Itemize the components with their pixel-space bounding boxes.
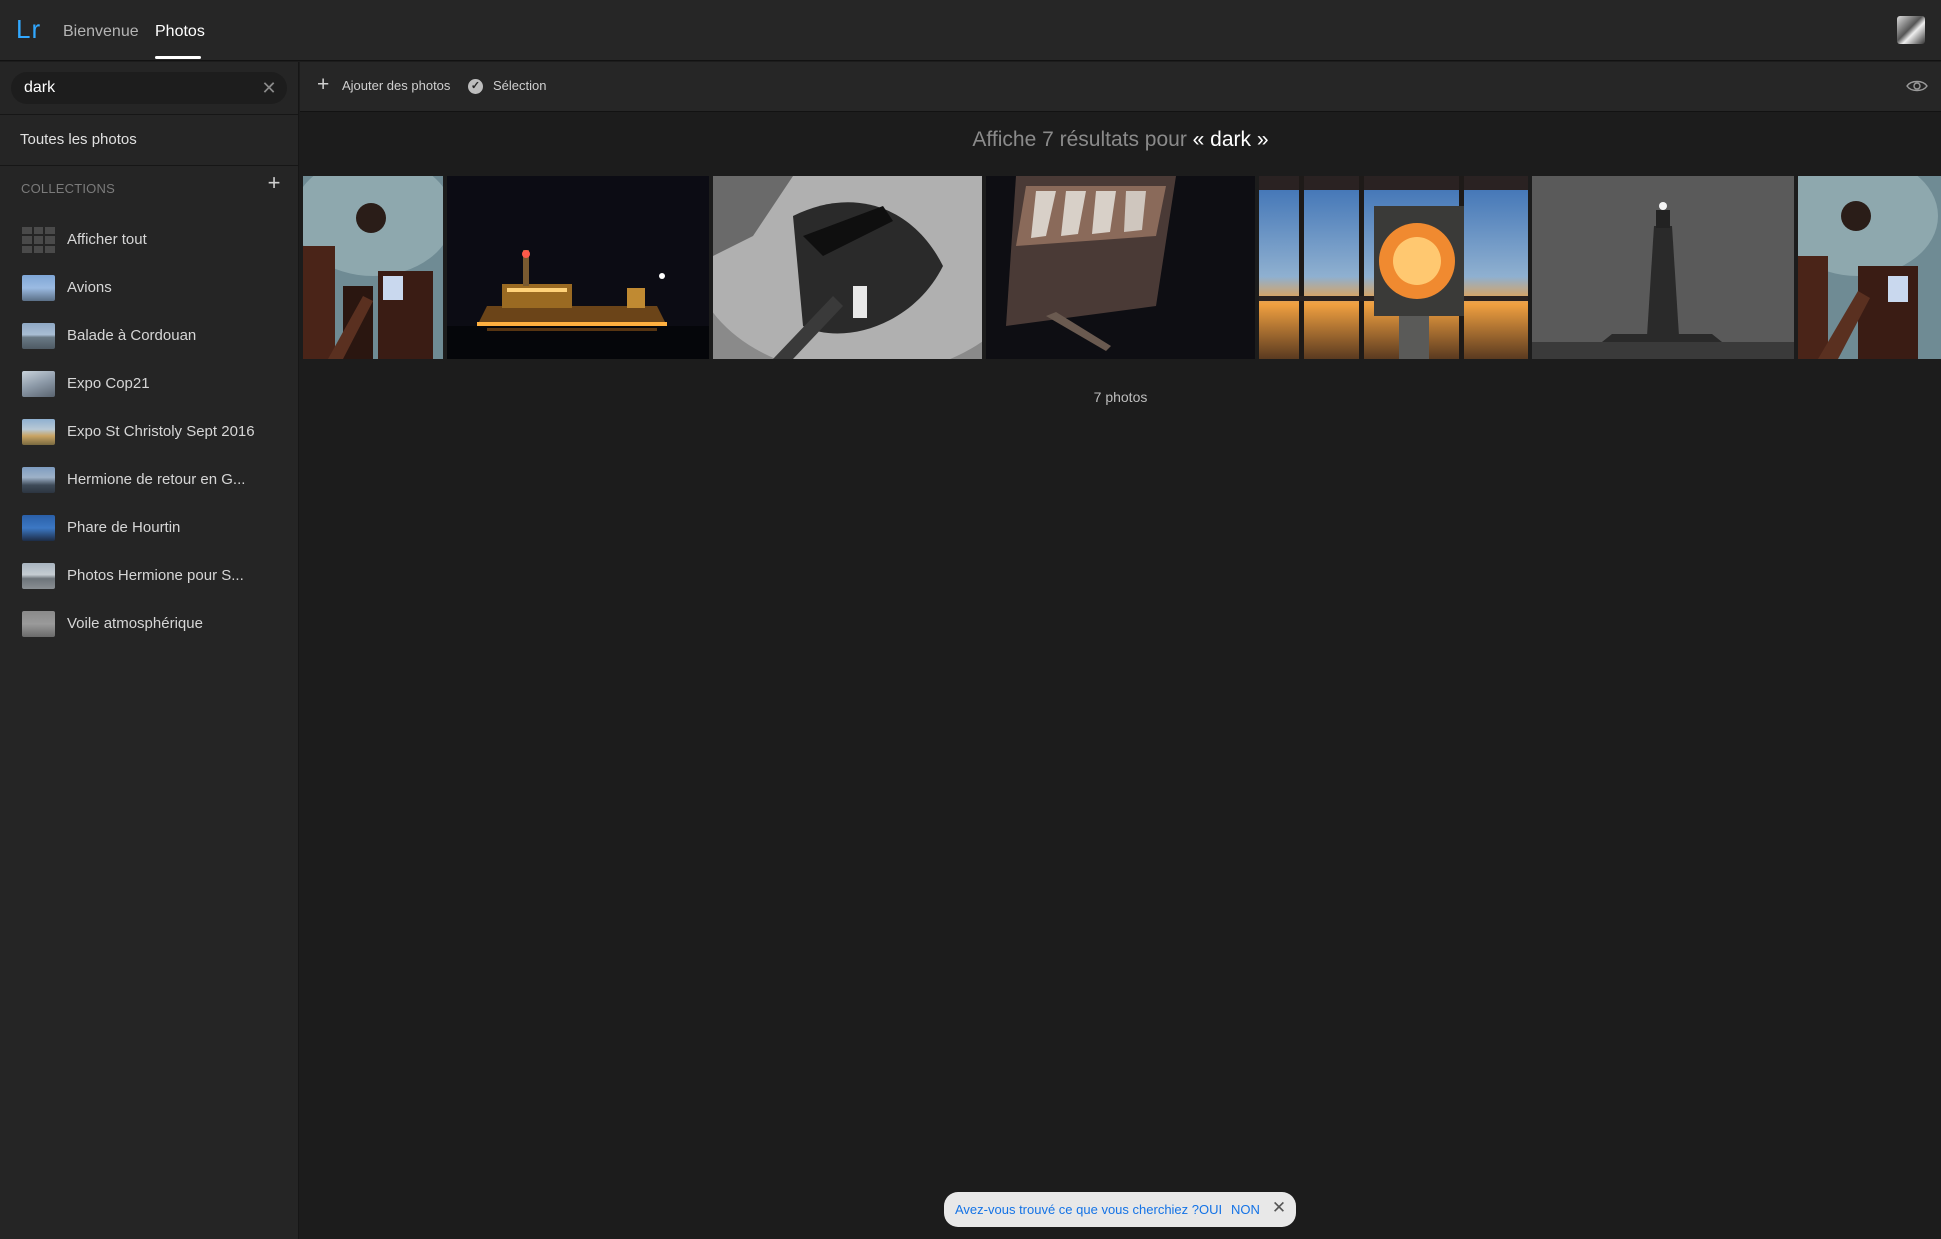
photo-thumbnail[interactable] bbox=[1798, 176, 1941, 359]
user-avatar[interactable] bbox=[1897, 16, 1925, 44]
sidebar: dark ✕ Toutes les photos COLLECTIONS + A… bbox=[0, 62, 299, 1239]
all-photos-link[interactable]: Toutes les photos bbox=[20, 131, 137, 148]
collection-item-avions[interactable]: Avions bbox=[0, 266, 299, 310]
search-field[interactable]: dark ✕ bbox=[11, 72, 287, 104]
collection-item-expo-st-christoly[interactable]: Expo St Christoly Sept 2016 bbox=[0, 410, 299, 454]
selection-button[interactable]: Sélection bbox=[493, 78, 546, 93]
tab-photos[interactable]: Photos bbox=[155, 23, 205, 41]
feedback-no-button[interactable]: NON bbox=[1231, 1202, 1260, 1217]
clear-search-icon[interactable]: ✕ bbox=[257, 76, 281, 100]
active-tab-indicator bbox=[155, 56, 201, 59]
divider bbox=[0, 114, 299, 115]
feedback-question: Avez-vous trouvé ce que vous cherchiez ? bbox=[955, 1202, 1200, 1217]
collection-thumbnail bbox=[22, 467, 55, 493]
photo-thumbnail[interactable] bbox=[986, 176, 1255, 359]
check-circle-icon[interactable]: ✓ bbox=[468, 79, 483, 94]
photo-thumbnail[interactable] bbox=[713, 176, 982, 359]
collection-label: Phare de Hourtin bbox=[67, 519, 181, 536]
add-photos-button[interactable]: Ajouter des photos bbox=[342, 78, 450, 93]
toolbar: + Ajouter des photos ✓ Sélection bbox=[300, 62, 1941, 112]
collection-label: Avions bbox=[67, 279, 112, 296]
collection-item-hermione-retour[interactable]: Hermione de retour en G... bbox=[0, 458, 299, 502]
add-icon[interactable]: + bbox=[317, 73, 329, 97]
feedback-toast: Avez-vous trouvé ce que vous cherchiez ?… bbox=[944, 1192, 1296, 1227]
collection-label: Voile atmosphérique bbox=[67, 615, 203, 632]
lightroom-logo[interactable]: Lr bbox=[16, 14, 41, 45]
top-bar: Lr Bienvenue Photos bbox=[0, 0, 1941, 61]
grid-icon bbox=[22, 227, 55, 253]
photo-thumbnail[interactable] bbox=[447, 176, 709, 359]
divider bbox=[0, 165, 299, 166]
add-collection-icon[interactable]: + bbox=[262, 172, 286, 196]
collection-label: Afficher tout bbox=[67, 231, 147, 248]
collection-item-afficher-tout[interactable]: Afficher tout bbox=[0, 218, 299, 262]
collection-label: Hermione de retour en G... bbox=[67, 471, 246, 488]
collection-thumbnail bbox=[22, 275, 55, 301]
photo-thumbnail[interactable] bbox=[1259, 176, 1528, 359]
results-prefix: Affiche 7 résultats pour bbox=[972, 128, 1187, 151]
collection-thumbnail bbox=[22, 323, 55, 349]
collection-item-phare-hourtin[interactable]: Phare de Hourtin bbox=[0, 506, 299, 550]
collection-item-balade-cordouan[interactable]: Balade à Cordouan bbox=[0, 314, 299, 358]
collection-thumbnail bbox=[22, 371, 55, 397]
collection-label: Expo St Christoly Sept 2016 bbox=[67, 423, 255, 440]
collection-label: Expo Cop21 bbox=[67, 375, 150, 392]
results-heading: Affiche 7 résultats pour « dark » bbox=[300, 128, 1941, 152]
collection-thumbnail bbox=[22, 563, 55, 589]
close-icon[interactable]: ✕ bbox=[1269, 1198, 1289, 1220]
photo-count: 7 photos bbox=[1093, 389, 1148, 405]
photo-thumbnail[interactable] bbox=[303, 176, 443, 359]
photo-thumbnail[interactable] bbox=[1532, 176, 1794, 359]
collection-thumbnail bbox=[22, 515, 55, 541]
collections-header: COLLECTIONS bbox=[21, 181, 115, 196]
collection-label: Balade à Cordouan bbox=[67, 327, 197, 344]
search-input[interactable]: dark bbox=[24, 79, 55, 97]
collection-item-photos-hermione[interactable]: Photos Hermione pour S... bbox=[0, 554, 299, 598]
eye-icon[interactable] bbox=[1906, 79, 1928, 93]
collection-thumbnail bbox=[22, 611, 55, 637]
collection-item-expo-cop21[interactable]: Expo Cop21 bbox=[0, 362, 299, 406]
tab-bienvenue[interactable]: Bienvenue bbox=[63, 23, 139, 41]
feedback-yes-button[interactable]: OUI bbox=[1199, 1202, 1222, 1217]
collection-label: Photos Hermione pour S... bbox=[67, 567, 244, 584]
results-query: « dark » bbox=[1192, 128, 1269, 151]
collection-item-voile-atmospherique[interactable]: Voile atmosphérique bbox=[0, 602, 299, 646]
collection-thumbnail bbox=[22, 419, 55, 445]
